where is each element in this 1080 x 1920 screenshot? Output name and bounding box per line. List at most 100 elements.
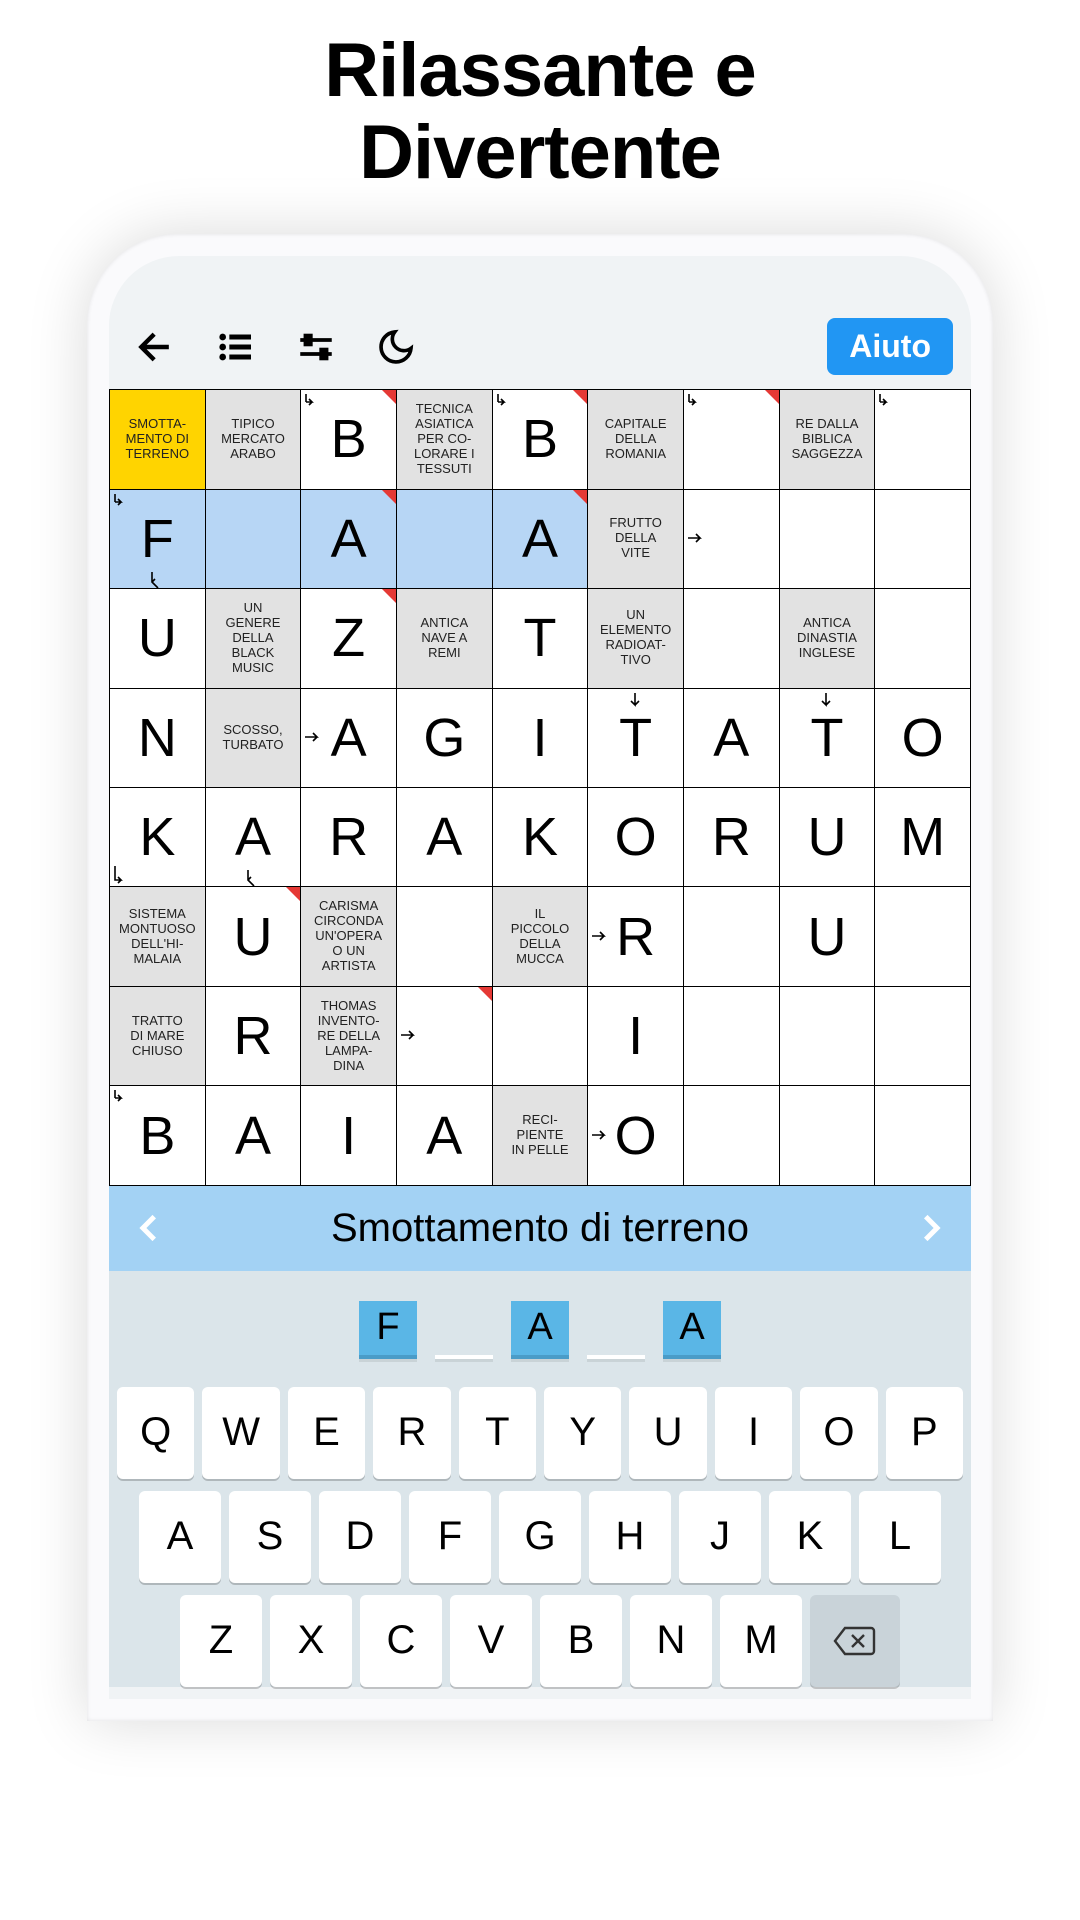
letter-cell[interactable]: O	[588, 788, 683, 886]
clue-cell[interactable]: THOMAS INVENTO- RE DELLA LAMPA- DINA	[301, 987, 396, 1085]
letter-cell[interactable]	[397, 987, 492, 1085]
letter-cell[interactable]: U	[780, 788, 875, 886]
letter-cell[interactable]	[684, 490, 779, 588]
letter-cell[interactable]	[875, 390, 970, 488]
clue-cell[interactable]: RECI- PIENTE IN PELLE	[493, 1086, 588, 1184]
key-o[interactable]: O	[800, 1387, 877, 1479]
letter-cell[interactable]: U	[780, 887, 875, 985]
clue-cell[interactable]: ANTICA DINASTIA INGLESE	[780, 589, 875, 687]
clue-cell[interactable]: FRUTTO DELLA VITE	[588, 490, 683, 588]
clue-cell[interactable]: ANTICA NAVE A REMI	[397, 589, 492, 687]
key-f[interactable]: F	[409, 1491, 491, 1583]
letter-cell[interactable]: I	[493, 689, 588, 787]
clue-cell[interactable]: CAPITALE DELLA ROMANIA	[588, 390, 683, 488]
letter-cell[interactable]: R	[588, 887, 683, 985]
key-q[interactable]: Q	[117, 1387, 194, 1479]
letter-cell[interactable]: G	[397, 689, 492, 787]
letter-cell[interactable]: T	[780, 689, 875, 787]
clue-cell[interactable]: TIPICO MERCATO ARABO	[206, 390, 301, 488]
key-v[interactable]: V	[450, 1595, 532, 1687]
letter-cell[interactable]: A	[206, 1086, 301, 1184]
key-b[interactable]: B	[540, 1595, 622, 1687]
key-e[interactable]: E	[288, 1387, 365, 1479]
letter-cell[interactable]	[684, 390, 779, 488]
letter-cell[interactable]	[684, 1086, 779, 1184]
help-button[interactable]: Aiuto	[827, 318, 953, 375]
key-p[interactable]: P	[886, 1387, 963, 1479]
letter-cell[interactable]	[684, 887, 779, 985]
letter-cell[interactable]	[684, 987, 779, 1085]
key-j[interactable]: J	[679, 1491, 761, 1583]
letter-cell[interactable]	[875, 589, 970, 687]
key-r[interactable]: R	[373, 1387, 450, 1479]
back-icon[interactable]	[131, 322, 181, 372]
key-t[interactable]: T	[459, 1387, 536, 1479]
letter-cell[interactable]: N	[110, 689, 205, 787]
letter-cell[interactable]: A	[206, 788, 301, 886]
key-z[interactable]: Z	[180, 1595, 262, 1687]
key-k[interactable]: K	[769, 1491, 851, 1583]
key-l[interactable]: L	[859, 1491, 941, 1583]
letter-cell[interactable]: O	[588, 1086, 683, 1184]
letter-cell[interactable]	[493, 987, 588, 1085]
key-c[interactable]: C	[360, 1595, 442, 1687]
key-a[interactable]: A	[139, 1491, 221, 1583]
crossword-grid[interactable]: SMOTTA- MENTO DI TERRENOTIPICO MERCATO A…	[109, 389, 971, 1186]
clue-cell[interactable]: TRATTO DI MARE CHIUSO	[110, 987, 205, 1085]
key-i[interactable]: I	[715, 1387, 792, 1479]
key-s[interactable]: S	[229, 1491, 311, 1583]
clue-cell[interactable]: SISTEMA MONTUOSO DELL'HI- MALAIA	[110, 887, 205, 985]
key-u[interactable]: U	[629, 1387, 706, 1479]
letter-cell[interactable]: U	[110, 589, 205, 687]
letter-cell[interactable]: A	[684, 689, 779, 787]
letter-cell[interactable]	[780, 490, 875, 588]
letter-cell[interactable]: A	[301, 490, 396, 588]
letter-cell[interactable]: A	[301, 689, 396, 787]
letter-cell[interactable]	[875, 490, 970, 588]
key-d[interactable]: D	[319, 1491, 401, 1583]
letter-cell[interactable]	[206, 490, 301, 588]
key-g[interactable]: G	[499, 1491, 581, 1583]
letter-cell[interactable]: K	[493, 788, 588, 886]
clue-cell[interactable]: TECNICA ASIATICA PER CO- LORARE I TESSUT…	[397, 390, 492, 488]
letter-cell[interactable]: O	[875, 689, 970, 787]
letter-cell[interactable]: M	[875, 788, 970, 886]
letter-cell[interactable]: R	[684, 788, 779, 886]
letter-cell[interactable]: Z	[301, 589, 396, 687]
moon-icon[interactable]	[371, 322, 421, 372]
letter-cell[interactable]: B	[110, 1086, 205, 1184]
letter-cell[interactable]: T	[588, 689, 683, 787]
letter-cell[interactable]: I	[301, 1086, 396, 1184]
key-y[interactable]: Y	[544, 1387, 621, 1479]
clue-cell[interactable]: CARISMA CIRCONDA UN'OPERA O UN ARTISTA	[301, 887, 396, 985]
letter-cell[interactable]	[875, 887, 970, 985]
letter-cell[interactable]: U	[206, 887, 301, 985]
letter-cell[interactable]: B	[301, 390, 396, 488]
key-w[interactable]: W	[202, 1387, 279, 1479]
key-m[interactable]: M	[720, 1595, 802, 1687]
letter-cell[interactable]: A	[397, 1086, 492, 1184]
letter-cell[interactable]: A	[493, 490, 588, 588]
key-x[interactable]: X	[270, 1595, 352, 1687]
letter-cell[interactable]	[875, 987, 970, 1085]
letter-cell[interactable]: K	[110, 788, 205, 886]
letter-cell[interactable]	[397, 490, 492, 588]
letter-cell[interactable]: A	[397, 788, 492, 886]
clue-cell[interactable]: UN ELEMENTO RADIOAT- TIVO	[588, 589, 683, 687]
letter-cell[interactable]	[684, 589, 779, 687]
clue-cell[interactable]: SMOTTA- MENTO DI TERRENO	[110, 390, 205, 488]
clue-cell[interactable]: IL PICCOLO DELLA MUCCA	[493, 887, 588, 985]
letter-cell[interactable]: R	[206, 987, 301, 1085]
letter-cell[interactable]: T	[493, 589, 588, 687]
key-n[interactable]: N	[630, 1595, 712, 1687]
letter-cell[interactable]: B	[493, 390, 588, 488]
letter-cell[interactable]	[780, 987, 875, 1085]
clue-cell[interactable]: UN GENERE DELLA BLACK MUSIC	[206, 589, 301, 687]
clue-cell[interactable]: SCOSSO, TURBATO	[206, 689, 301, 787]
sliders-icon[interactable]	[291, 322, 341, 372]
letter-cell[interactable]	[780, 1086, 875, 1184]
letter-cell[interactable]	[875, 1086, 970, 1184]
list-icon[interactable]	[211, 322, 261, 372]
letter-cell[interactable]: R	[301, 788, 396, 886]
backspace-key[interactable]	[810, 1595, 900, 1687]
